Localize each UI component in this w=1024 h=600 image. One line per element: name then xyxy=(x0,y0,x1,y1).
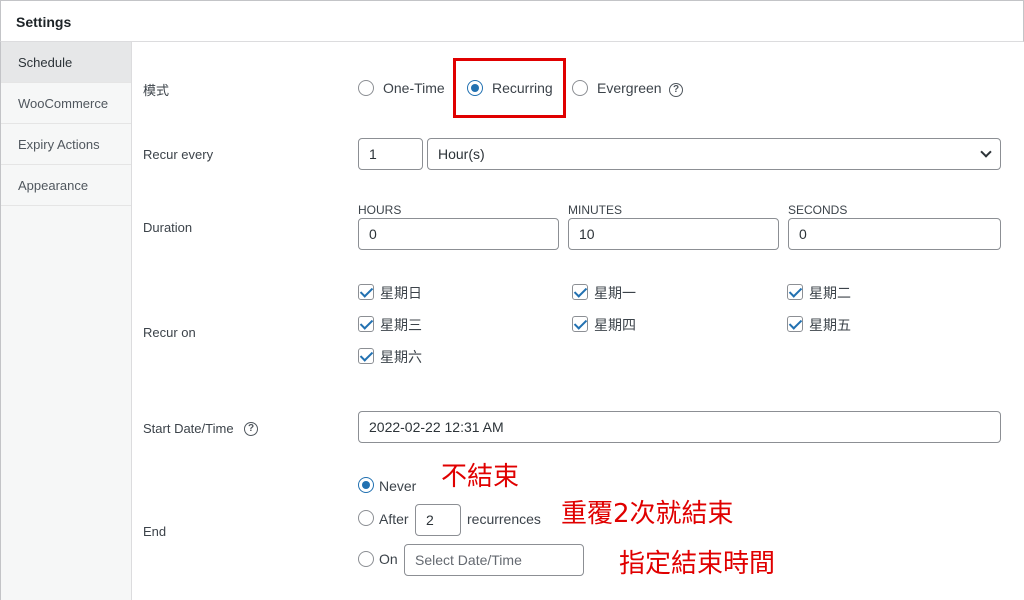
recur-every-input[interactable]: 1 xyxy=(358,138,423,170)
day-checkbox-tue[interactable] xyxy=(787,284,803,300)
minutes-caption: MINUTES xyxy=(568,203,622,217)
end-after-count-input[interactable]: 2 xyxy=(415,504,461,536)
day-label-tue[interactable]: 星期二 xyxy=(809,283,851,303)
duration-label: Duration xyxy=(143,220,193,235)
start-datetime-label: Start Date/Time xyxy=(143,421,234,436)
settings-sidebar: Schedule WooCommerce Expiry Actions Appe… xyxy=(0,42,132,600)
recur-unit-value: Hour(s) xyxy=(438,146,485,162)
minutes-input[interactable]: 10 xyxy=(568,218,779,250)
end-recurrences-label: recurrences xyxy=(467,511,541,527)
end-after-radio[interactable] xyxy=(358,510,374,526)
help-icon[interactable]: ? xyxy=(669,83,683,97)
day-checkbox-wed[interactable] xyxy=(358,316,374,332)
day-label-fri[interactable]: 星期五 xyxy=(809,315,851,335)
sidebar-item-expiry-actions[interactable]: Expiry Actions xyxy=(1,124,131,165)
end-never-radio[interactable] xyxy=(358,477,374,493)
day-label-sat[interactable]: 星期六 xyxy=(380,347,422,367)
mode-label: 模式 xyxy=(143,83,170,98)
end-on-radio[interactable] xyxy=(358,551,374,567)
annotation-on: 指定結束時間 xyxy=(619,549,776,579)
day-checkbox-mon[interactable] xyxy=(572,284,588,300)
day-label-thu[interactable]: 星期四 xyxy=(594,315,636,335)
seconds-input[interactable]: 0 xyxy=(788,218,1001,250)
page-title: Settings xyxy=(16,14,72,30)
sidebar-item-appearance[interactable]: Appearance xyxy=(1,165,131,206)
sidebar-item-schedule[interactable]: Schedule xyxy=(1,42,131,83)
recur-every-label: Recur every xyxy=(143,147,214,162)
end-on-label[interactable]: On xyxy=(379,551,398,567)
day-checkbox-sun[interactable] xyxy=(358,284,374,300)
settings-header: Settings xyxy=(0,0,1024,42)
end-never-label[interactable]: Never xyxy=(379,478,416,494)
recur-unit-select[interactable]: Hour(s) xyxy=(427,138,1001,170)
seconds-caption: SECONDS xyxy=(788,203,848,217)
day-label-sun[interactable]: 星期日 xyxy=(380,283,422,303)
end-date-input[interactable]: Select Date/Time xyxy=(404,544,584,576)
mode-evergreen-label[interactable]: Evergreen xyxy=(597,80,662,96)
recur-on-label: Recur on xyxy=(143,325,196,340)
annotation-after: 重覆2次就結束 xyxy=(561,499,734,529)
end-after-label[interactable]: After xyxy=(379,511,409,527)
sidebar-item-woocommerce[interactable]: WooCommerce xyxy=(1,83,131,124)
start-datetime-input[interactable]: 2022-02-22 12:31 AM xyxy=(358,411,1001,443)
day-checkbox-thu[interactable] xyxy=(572,316,588,332)
day-label-wed[interactable]: 星期三 xyxy=(380,315,422,335)
end-label: End xyxy=(143,524,167,539)
help-icon[interactable]: ? xyxy=(244,422,258,436)
day-checkbox-fri[interactable] xyxy=(787,316,803,332)
mode-one-time-label[interactable]: One-Time xyxy=(383,80,445,96)
annotation-never: 不結束 xyxy=(441,462,520,492)
highlight-box xyxy=(453,58,566,118)
mode-evergreen-radio[interactable] xyxy=(572,80,588,96)
hours-caption: HOURS xyxy=(358,203,402,217)
chevron-down-icon xyxy=(980,146,992,158)
hours-input[interactable]: 0 xyxy=(358,218,559,250)
day-label-mon[interactable]: 星期一 xyxy=(594,283,636,303)
day-checkbox-sat[interactable] xyxy=(358,348,374,364)
mode-one-time-radio[interactable] xyxy=(358,80,374,96)
